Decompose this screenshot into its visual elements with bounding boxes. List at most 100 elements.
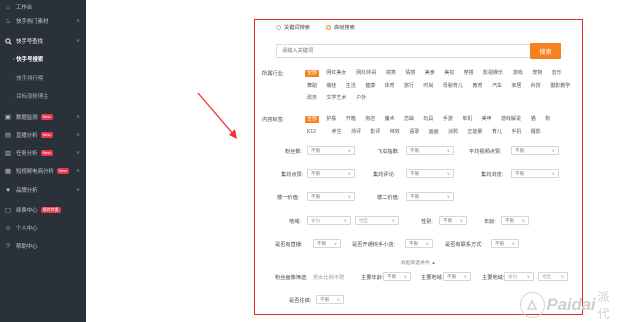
content-tag[interactable]: 特效 xyxy=(388,129,402,136)
industry-tag[interactable]: 健康 xyxy=(363,83,377,90)
content-tag[interactable]: 狗 xyxy=(543,116,552,123)
avg-likes-select[interactable]: 不限 ∨ xyxy=(307,169,355,178)
radio-keyword-search[interactable]: 关键词搜索 xyxy=(276,24,310,31)
verified-select[interactable]: 不限 ∨ xyxy=(316,295,344,304)
content-tag[interactable]: 育儿 xyxy=(490,129,504,136)
industry-tag[interactable]: 情感 xyxy=(403,70,417,77)
sidebar-item-ecommerce-analysis[interactable]: ▦ 短视频电商分析 New ∨ xyxy=(0,164,86,178)
content-tag[interactable]: 玩具 xyxy=(421,116,435,123)
content-tag[interactable]: 语录 xyxy=(407,129,421,136)
avg-views-select[interactable]: 不限 ∨ xyxy=(511,169,559,178)
industry-tag[interactable]: 文学艺术 xyxy=(324,95,348,102)
industry-tag[interactable]: 网红帅哥 xyxy=(354,70,378,77)
chevron-down-icon: ∨ xyxy=(551,148,555,153)
industry-tag[interactable]: 旅行 xyxy=(402,83,416,90)
content-tag[interactable]: 测评 xyxy=(349,129,363,136)
content-tag[interactable]: 开箱 xyxy=(344,116,358,123)
industry-tag[interactable]: 影视娱乐 xyxy=(481,70,505,77)
industry-tag[interactable]: 科技 xyxy=(529,83,543,90)
main-region-select[interactable]: 不限 ∨ xyxy=(443,272,471,281)
avg-comments-select[interactable]: 不限 ∨ xyxy=(406,169,454,178)
sidebar-item-hot-material[interactable]: ♨ 快手热门素材 ∨ xyxy=(0,14,86,28)
main-age-select[interactable]: 不限 ∨ xyxy=(383,272,411,281)
fans-select[interactable]: 不限 ∨ xyxy=(307,146,355,155)
collapse-filters-link[interactable]: 收起筛选条件 ▲ xyxy=(401,259,436,266)
industry-tag[interactable]: 政务 xyxy=(305,95,319,102)
radio-advanced-search[interactable]: 高级搜索 xyxy=(326,24,355,31)
industry-tag[interactable]: 萌娃 xyxy=(324,83,338,90)
content-tag[interactable]: 单机 xyxy=(460,116,474,123)
has-live-select[interactable]: 不限 ∨ xyxy=(313,239,341,248)
city-select[interactable]: 地区 ∨ xyxy=(355,216,399,225)
industry-tag[interactable]: 舞蹈 xyxy=(305,83,319,90)
industry-tag[interactable]: 生活 xyxy=(344,83,358,90)
sidebar-item-profile[interactable]: ☺ 个人中心 xyxy=(0,221,86,235)
price-one-select[interactable]: 不限 ∨ xyxy=(307,192,355,201)
industry-tag[interactable]: 美食 xyxy=(423,70,437,77)
content-tag[interactable]: K12 xyxy=(305,129,318,136)
industry-tag[interactable]: 家居 xyxy=(509,83,523,90)
industry-tag[interactable]: 体育 xyxy=(383,83,397,90)
chevron-down-icon: ∨ xyxy=(347,194,351,199)
chevron-down-icon: ∨ xyxy=(336,297,340,302)
sidebar-item-account-search[interactable]: 快手号查找 ∧ xyxy=(0,34,86,48)
content-tag[interactable]: 影评 xyxy=(368,129,382,136)
industry-tag[interactable]: 网红美女 xyxy=(324,70,348,77)
content-tag[interactable]: 手机 xyxy=(509,129,523,136)
content-tag[interactable]: 涂鸦 xyxy=(446,129,460,136)
new-badge: New xyxy=(56,168,69,174)
content-tag[interactable]: 游戏解说 xyxy=(499,116,523,123)
sidebar-item-help[interactable]: ? 帮助中心 xyxy=(0,239,86,253)
content-tag[interactable]: 房店 xyxy=(363,116,377,123)
content-tag[interactable]: 摄影 xyxy=(529,129,543,136)
industry-tag[interactable]: 宠物 xyxy=(530,70,544,77)
industry-tag[interactable]: 时尚 xyxy=(421,83,435,90)
industry-tag[interactable]: 搞笑 xyxy=(384,70,398,77)
content-tag[interactable]: 正能量 xyxy=(465,129,484,136)
sidebar-item-monitor[interactable]: ▣ 数据监测 New ∨ xyxy=(0,110,86,124)
industry-tag[interactable]: 户外 xyxy=(354,95,368,102)
sidebar-subitem-target-bloggers[interactable]: · 目标涨粉博主 xyxy=(0,89,86,103)
content-tag[interactable]: 美甲 xyxy=(480,116,494,123)
sidebar-item-task-analysis[interactable]: ▥ 任务分析 New ∨ xyxy=(0,146,86,160)
industry-tag[interactable]: 教育 xyxy=(471,83,485,90)
content-tag[interactable]: 养生 xyxy=(330,129,344,136)
industry-tag[interactable]: 穿搭 xyxy=(462,70,476,77)
sidebar-subitem-account-search[interactable]: · 快手号搜索 xyxy=(0,52,86,66)
industry-tag[interactable]: 美妆 xyxy=(442,70,456,77)
content-tag[interactable]: 全部 xyxy=(305,116,320,123)
content-tag[interactable]: 魔术 xyxy=(383,116,397,123)
industry-tag[interactable]: 音乐 xyxy=(550,70,564,77)
fans-gender-ratio[interactable]: 男女比例不限 xyxy=(313,274,344,281)
has-contact-select[interactable]: 不限 ∨ xyxy=(491,239,519,248)
sidebar-item-brand-analysis[interactable]: ♥ 品牌分析 ∨ xyxy=(0,183,86,197)
industry-tag[interactable]: 游戏 xyxy=(511,70,525,77)
growth-index-label: 飞瓜指数: xyxy=(377,149,400,155)
gender-select[interactable]: 不限 ∨ xyxy=(439,216,467,225)
watermark-brand: Paidai xyxy=(546,295,596,314)
content-tag[interactable]: 手游 xyxy=(441,116,455,123)
age-select[interactable]: 不限 ∨ xyxy=(501,216,529,225)
industry-tag[interactable]: 全部 xyxy=(305,70,320,77)
content-tag[interactable]: 猫 xyxy=(529,116,538,123)
industry-tag[interactable]: 摄影教学 xyxy=(548,83,572,90)
sidebar-item-renewal[interactable]: ▢ 续费中心 限时特惠 xyxy=(0,203,86,217)
price-two-select[interactable]: 不限 ∨ xyxy=(406,192,454,201)
province-select[interactable]: 省份 ∨ xyxy=(307,216,351,225)
sidebar-subitem-ranking[interactable]: · 快手排行榜 xyxy=(0,71,86,85)
main-province-select[interactable]: 省份 ∨ xyxy=(504,272,534,281)
growth-index-select[interactable]: 不限 ∨ xyxy=(406,146,454,155)
content-tag[interactable]: 画画 xyxy=(427,129,441,136)
content-tag[interactable]: 恋曲 xyxy=(402,116,416,123)
avg-video-likes-select[interactable]: 不限 ∨ xyxy=(511,146,559,155)
keyword-search-input[interactable] xyxy=(276,44,530,58)
industry-tag[interactable]: 汽车 xyxy=(490,83,504,90)
search-button[interactable]: 搜索 xyxy=(530,43,561,59)
main-city-select[interactable]: 地区 ∨ xyxy=(538,272,568,281)
sidebar-item-workbench[interactable]: ⌂ 工作台 xyxy=(0,0,86,14)
content-tag[interactable]: 护肤 xyxy=(324,116,338,123)
has-shop-select[interactable]: 不限 ∨ xyxy=(405,239,433,248)
industry-tag[interactable]: 母婴育儿 xyxy=(441,83,465,90)
avg-comments-label: 集均评论: xyxy=(373,172,396,178)
sidebar-item-live-analysis[interactable]: ▤ 直播分析 New ∨ xyxy=(0,128,86,142)
